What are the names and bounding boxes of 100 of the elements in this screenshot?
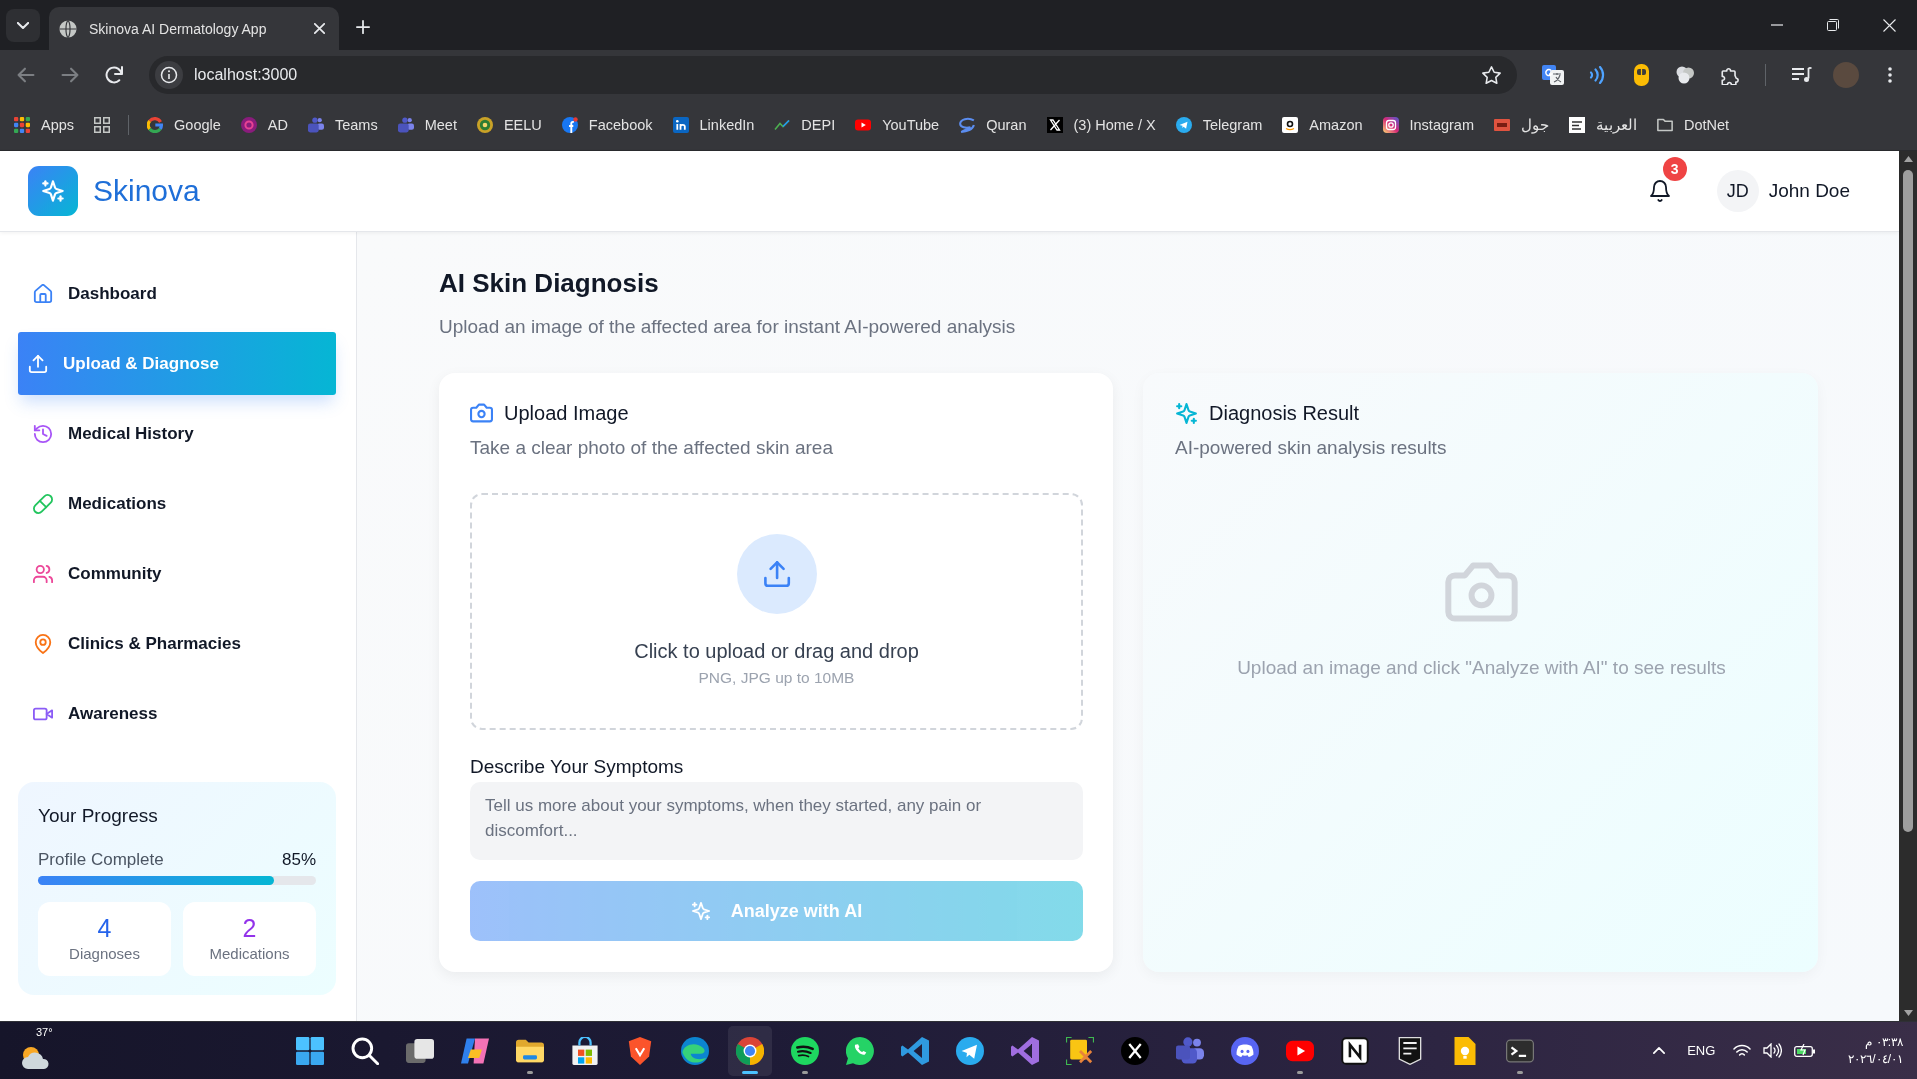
logo-icon bbox=[28, 166, 78, 216]
shield-badge-icon bbox=[1396, 1036, 1424, 1065]
back-icon[interactable] bbox=[17, 67, 35, 83]
bell-icon[interactable] bbox=[1649, 180, 1670, 202]
bookmark-link[interactable]: DotNet bbox=[1647, 109, 1740, 141]
mouse-icon[interactable] bbox=[1633, 64, 1649, 86]
bookmark-link[interactable]: EELU bbox=[466, 109, 552, 141]
x-mark-icon bbox=[1121, 1036, 1149, 1065]
stat-label: Medications bbox=[209, 944, 290, 964]
grid-icon[interactable] bbox=[94, 117, 111, 133]
star-icon[interactable] bbox=[1482, 65, 1501, 85]
brand-name: Skinova bbox=[93, 174, 200, 208]
tools-icon bbox=[1066, 1036, 1094, 1065]
clock-date[interactable]: ٢٠٢٦/٠٤/٠١ bbox=[1848, 1050, 1903, 1068]
progress-label: Profile Complete bbox=[38, 849, 164, 871]
paper-plane-icon bbox=[956, 1036, 984, 1065]
bookmark-link[interactable]: YouTube bbox=[845, 109, 950, 141]
chat-bubble-icon bbox=[846, 1036, 874, 1065]
bookmark-link[interactable]: AD bbox=[230, 109, 298, 141]
emblem-icon bbox=[476, 117, 493, 133]
chevron-up-icon[interactable] bbox=[1653, 1047, 1666, 1054]
bookmark-link[interactable]: Google bbox=[137, 109, 231, 141]
battery-icon[interactable] bbox=[1794, 1044, 1817, 1057]
page-title: AI Skin Diagnosis bbox=[439, 267, 660, 300]
disc-logo-icon bbox=[240, 117, 257, 133]
bookmark-link[interactable]: Instagram bbox=[1372, 109, 1484, 141]
nav-item[interactable]: Dashboard bbox=[18, 262, 336, 325]
close-icon[interactable] bbox=[1882, 18, 1896, 32]
smile-logo-icon bbox=[1282, 117, 1299, 133]
stacked-windows-icon bbox=[406, 1036, 434, 1065]
stat-value: 2 bbox=[242, 914, 257, 942]
address-bar[interactable]: localhost:3000 bbox=[149, 56, 1517, 94]
stat-label: Diagnoses bbox=[69, 944, 140, 964]
scroll-down-icon[interactable] bbox=[1903, 1010, 1913, 1016]
taskbar-button[interactable] bbox=[728, 1025, 772, 1076]
pill-icon bbox=[33, 493, 53, 514]
dropzone-hint: PNG, JPG up to 10MB bbox=[698, 668, 855, 688]
close-icon[interactable] bbox=[314, 23, 325, 34]
scroll-up-icon[interactable] bbox=[1903, 156, 1913, 162]
browser-tab[interactable]: Skinova AI Dermatology App bbox=[49, 7, 339, 50]
cloud-icon[interactable] bbox=[1675, 66, 1695, 84]
wifi-icon[interactable] bbox=[1733, 1043, 1752, 1058]
people-icon bbox=[308, 117, 324, 133]
info-icon[interactable] bbox=[155, 61, 183, 89]
progress-reading: 85% bbox=[281, 849, 316, 871]
bookmark-link[interactable]: LinkedIn bbox=[662, 109, 765, 141]
scrollbar[interactable] bbox=[1899, 151, 1917, 1021]
ring-logo-icon bbox=[736, 1036, 764, 1065]
globe-icon bbox=[59, 19, 77, 38]
map-pin-icon bbox=[33, 633, 53, 654]
camera-logo-icon bbox=[1382, 117, 1399, 133]
user-avatar: JD bbox=[1716, 170, 1759, 212]
f-logo-icon bbox=[561, 117, 578, 133]
card-subtitle: Take a clear photo of the affected skin area bbox=[470, 436, 834, 460]
language-indicator[interactable]: ENG bbox=[1687, 1043, 1716, 1058]
bookmark-link[interactable]: Telegram bbox=[1165, 109, 1273, 141]
bookmark-link[interactable]: Teams bbox=[298, 109, 388, 141]
folded-ribbon-icon bbox=[1011, 1036, 1039, 1065]
more-menu-icon[interactable] bbox=[1888, 67, 1892, 83]
play-icon bbox=[855, 117, 872, 133]
bookmark-link[interactable]: Meet bbox=[387, 109, 467, 141]
nav-item[interactable]: Community bbox=[18, 542, 336, 605]
shield-logo-icon bbox=[626, 1036, 654, 1065]
bookmark-link[interactable]: DEPI bbox=[764, 109, 846, 141]
sparkle-icon bbox=[690, 901, 711, 921]
page-subtitle: Upload an image of the affected area for instant AI-powered analysis bbox=[439, 315, 1017, 339]
signal-waves-icon[interactable] bbox=[1589, 66, 1605, 84]
playlist-icon[interactable] bbox=[1792, 67, 1812, 83]
user-name: John Doe bbox=[1768, 180, 1850, 202]
bookmark-link[interactable]: جول bbox=[1484, 109, 1559, 141]
game-controller-icon bbox=[1231, 1036, 1259, 1065]
plus-icon[interactable] bbox=[356, 20, 370, 34]
bookmark-link[interactable]: Quran bbox=[949, 109, 1037, 141]
zigzag-line-icon bbox=[774, 117, 791, 133]
forward-icon[interactable] bbox=[61, 67, 79, 83]
tab-list-button[interactable] bbox=[6, 9, 40, 42]
scrollbar-thumb[interactable] bbox=[1903, 170, 1913, 832]
nav-item[interactable]: Clinics & Pharmacies bbox=[18, 612, 336, 675]
clock-time[interactable]: ٠٣:٣٨ م bbox=[1865, 1033, 1903, 1051]
restore-icon[interactable] bbox=[1827, 19, 1839, 31]
nav-item[interactable]: Medical History bbox=[18, 402, 336, 465]
shopping-bag-icon bbox=[571, 1036, 599, 1065]
folded-ribbon-icon bbox=[901, 1036, 929, 1065]
bookmark-link[interactable]: Facebook bbox=[551, 109, 663, 141]
weather-icon[interactable] bbox=[20, 1045, 50, 1069]
weather-temperature: 37° bbox=[36, 1026, 53, 1038]
volume-icon[interactable] bbox=[1763, 1043, 1783, 1058]
puzzle-icon[interactable] bbox=[1719, 65, 1739, 85]
bookmark-link[interactable]: Amazon bbox=[1272, 109, 1373, 141]
nav-item[interactable]: Medications bbox=[18, 472, 336, 535]
upload-dropzone[interactable]: Click to upload or drag and drop PNG, JPG up to 10MB bbox=[470, 493, 1083, 730]
reload-icon[interactable] bbox=[105, 66, 123, 84]
n-tile-logo-icon bbox=[1341, 1036, 1369, 1065]
bookmark-link[interactable]: Apps bbox=[4, 109, 85, 141]
nav-item[interactable]: Awareness bbox=[18, 682, 336, 745]
translate-icon[interactable] bbox=[1542, 65, 1564, 85]
bookmark-link[interactable]: العربية bbox=[1559, 109, 1647, 141]
symptoms-field[interactable]: Tell us more about your symptoms, when they started, any pain or discomfort... bbox=[470, 782, 1083, 860]
bookmark-link[interactable]: (3) Home / X bbox=[1036, 109, 1166, 141]
card-title: Diagnosis Result bbox=[1209, 401, 1360, 425]
